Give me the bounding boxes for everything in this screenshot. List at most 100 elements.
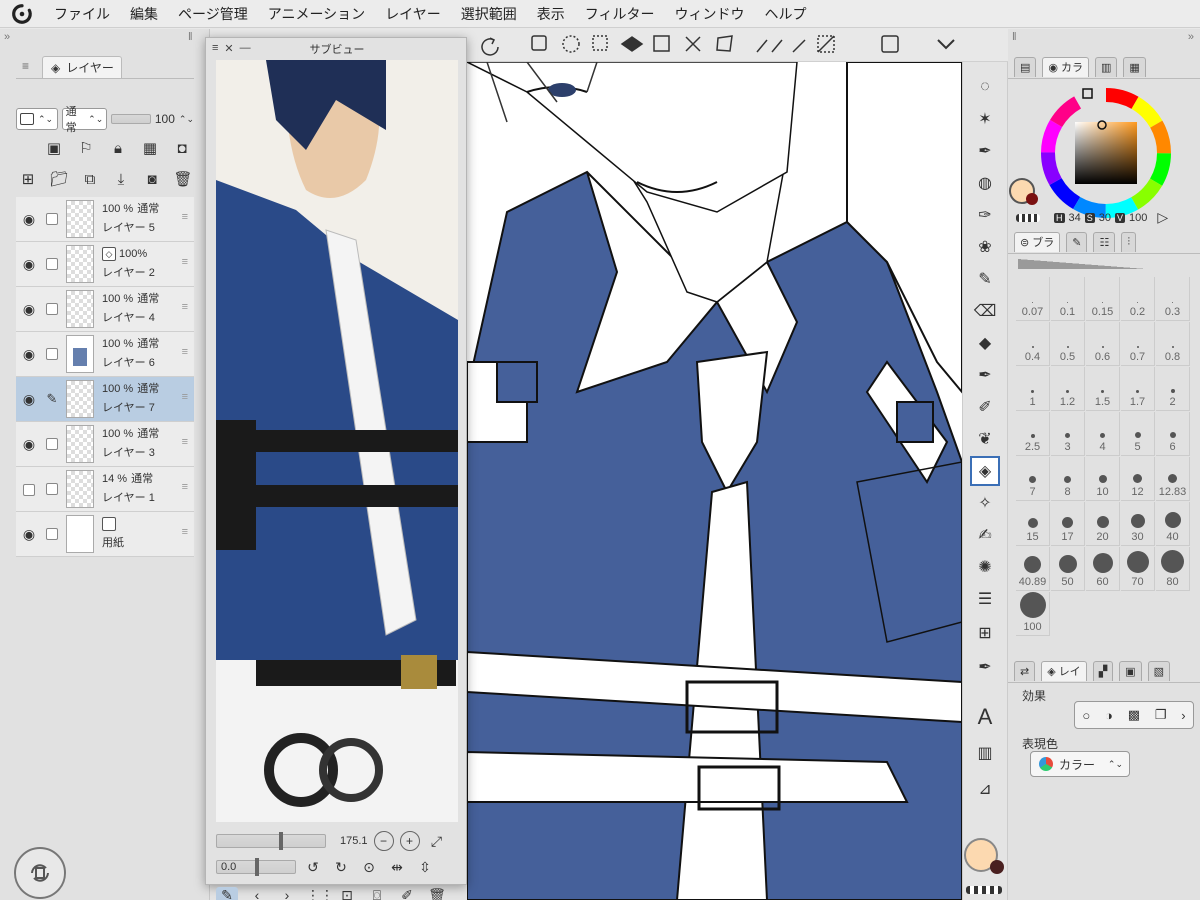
layer-row[interactable]: ◉ ◇ 100% レイヤー 2 ≡ <box>16 242 194 287</box>
layer-select-checkbox[interactable] <box>46 528 58 540</box>
brush-size-cell[interactable]: 8 <box>1051 457 1085 501</box>
zoom-in-button[interactable]: + <box>399 831 420 851</box>
layer-color-select[interactable]: ⌃⌄ <box>16 108 58 130</box>
drag-handle-icon[interactable]: ≡ <box>182 346 188 358</box>
play-icon[interactable]: ▷ <box>1157 209 1168 226</box>
drag-handle-icon[interactable]: ≡ <box>182 526 188 538</box>
layer-row[interactable]: 14 % 通常 レイヤー 1 ≡ <box>16 467 194 512</box>
drawing-canvas[interactable] <box>467 62 962 900</box>
expression-color-select[interactable]: カラー ⌃⌄ <box>1030 751 1130 777</box>
reset-rotation-icon[interactable]: ⊙ <box>358 859 380 876</box>
eyedropper-icon[interactable]: ✎ <box>216 886 238 900</box>
tab-brush-size[interactable]: ⊜ ブラ <box>1014 231 1061 252</box>
tab-tool-property[interactable]: ✎ <box>1066 231 1088 252</box>
brush-size-cell[interactable]: 3 <box>1051 412 1085 456</box>
opacity-slider[interactable] <box>111 114 151 124</box>
brush-size-cell[interactable]: 0.8 <box>1156 322 1190 366</box>
layer-select-checkbox[interactable] <box>46 258 58 270</box>
merge-down-icon[interactable]: ⤓ <box>109 168 133 190</box>
menu-selection[interactable]: 選択範囲 <box>451 0 527 28</box>
layer-row[interactable]: ◉ 100 % 通常 レイヤー 4 ≡ <box>16 287 194 332</box>
magic-wand-icon[interactable]: ✶ <box>970 104 1000 134</box>
sub-color-swatch[interactable] <box>990 860 1004 874</box>
zoom-slider[interactable] <box>216 832 326 850</box>
zoom-out-button[interactable]: − <box>373 831 394 851</box>
app-logo-icon[interactable] <box>0 0 44 28</box>
menu-view[interactable]: 表示 <box>527 0 575 28</box>
drag-handle-icon[interactable]: ≡ <box>182 436 188 448</box>
panel-menu-icon[interactable]: ≡ <box>22 59 29 73</box>
brush-size-cell[interactable]: 70 <box>1121 547 1155 591</box>
more-effect-icon[interactable]: › <box>1181 708 1185 723</box>
transparent-color-swatch[interactable] <box>966 886 1002 894</box>
tab-layer-property[interactable]: ◈ レイ <box>1041 660 1087 681</box>
brush-size-cell[interactable]: 1 <box>1016 367 1050 411</box>
flip-vertical-icon[interactable]: ⇳ <box>414 859 436 876</box>
brush-size-cell[interactable]: 0.5 <box>1051 322 1085 366</box>
menu-layer[interactable]: レイヤー <box>375 0 451 28</box>
tab-thumbnail[interactable]: ▣ <box>1119 660 1142 681</box>
next-image-icon[interactable]: › <box>276 887 298 900</box>
lines-icon[interactable]: ☰ <box>970 584 1000 614</box>
eye-icon[interactable]: ◉ <box>16 256 42 273</box>
brush-size-cell[interactable]: 0.2 <box>1121 277 1155 321</box>
brush-size-cell[interactable]: 15 <box>1016 502 1050 546</box>
brush-size-cell[interactable]: 100 <box>1016 592 1050 636</box>
brush-size-cell[interactable]: 80 <box>1156 547 1190 591</box>
rotation-slider[interactable]: 0.0 <box>216 858 296 876</box>
sparkle-icon[interactable]: ✧ <box>970 488 1000 518</box>
gradient-icon[interactable]: ▥ <box>970 738 1000 768</box>
drag-handle-icon[interactable]: ≡ <box>182 211 188 223</box>
marker-icon[interactable]: ✐ <box>970 392 1000 422</box>
menu-page-management[interactable]: ページ管理 <box>168 0 258 28</box>
eye-icon[interactable]: ◉ <box>16 211 42 228</box>
pen-nib-icon[interactable]: ✒ <box>970 360 1000 390</box>
layer-select-checkbox[interactable] <box>46 303 58 315</box>
eye-hidden-icon[interactable] <box>16 481 42 497</box>
brush-size-cell[interactable]: 1.2 <box>1051 367 1085 411</box>
pen-icon[interactable]: ✑ <box>970 200 1000 230</box>
flip-horizontal-icon[interactable]: ⇹ <box>386 859 408 876</box>
grid-icon[interactable]: ⊞ <box>970 618 1000 648</box>
brush-size-cell[interactable]: 0.6 <box>1086 322 1120 366</box>
border-effect-icon[interactable]: ○ <box>1082 708 1090 723</box>
brush-size-cell[interactable]: 0.7 <box>1121 322 1155 366</box>
lock-transparent-icon[interactable]: ▦ <box>138 137 162 159</box>
eye-icon[interactable]: ◉ <box>16 436 42 453</box>
menu-window[interactable]: ウィンドウ <box>665 0 755 28</box>
copy-layer-icon[interactable]: ⧉ <box>78 168 102 190</box>
camera-icon[interactable]: ⌼ <box>366 887 388 900</box>
tab-property-misc[interactable]: ⇄ <box>1014 660 1036 681</box>
layer-select-checkbox[interactable] <box>46 213 58 225</box>
tab-image[interactable]: ▧ <box>1147 660 1170 681</box>
panel-grip-icon[interactable]: ‖ <box>188 31 193 43</box>
new-folder-icon[interactable]: 📁︎ <box>47 168 71 190</box>
blend-mode-select[interactable]: 通常 ⌃⌄ <box>61 106 108 134</box>
new-raster-layer-icon[interactable]: ⊞ <box>16 168 40 190</box>
brush-size-cell[interactable]: 0.4 <box>1016 322 1050 366</box>
eye-icon[interactable]: ◉ <box>16 391 42 408</box>
eyedropper-tool-icon[interactable]: ✒ <box>970 136 1000 166</box>
layer-select-checkbox[interactable] <box>46 483 58 495</box>
panel-collapse-icon[interactable]: » <box>4 31 10 43</box>
brush-size-cell[interactable]: 10 <box>1086 457 1120 501</box>
brush-size-cell[interactable]: 2 <box>1156 367 1190 411</box>
brush-size-cell[interactable]: 2.5 <box>1016 412 1050 456</box>
lock-icon[interactable]: 🔒︎ <box>106 137 130 159</box>
eye-icon[interactable]: ◉ <box>16 526 42 543</box>
brush-size-cell[interactable]: 50 <box>1051 547 1085 591</box>
drag-handle-icon[interactable]: ≡ <box>182 391 188 403</box>
pencil-icon[interactable]: ✎ <box>970 264 1000 294</box>
rotate-left-icon[interactable]: ↺ <box>302 859 324 876</box>
brush-size-cell[interactable]: 4 <box>1086 412 1120 456</box>
prev-image-icon[interactable]: ‹ <box>246 887 268 900</box>
layer-color-effect-icon[interactable]: ❐ <box>1155 707 1167 723</box>
tone-effect-icon[interactable]: ◑ <box>1105 708 1113 723</box>
brush-size-cell[interactable]: 0.15 <box>1086 277 1120 321</box>
brush-size-cell[interactable]: 30 <box>1121 502 1155 546</box>
brush-size-cell[interactable]: 12.83 <box>1156 457 1190 501</box>
menu-file[interactable]: ファイル <box>44 0 120 28</box>
decoration-icon[interactable]: ❀ <box>970 232 1000 262</box>
transparent-swatch[interactable] <box>1016 213 1040 222</box>
drag-handle-icon[interactable]: ≡ <box>182 256 188 268</box>
